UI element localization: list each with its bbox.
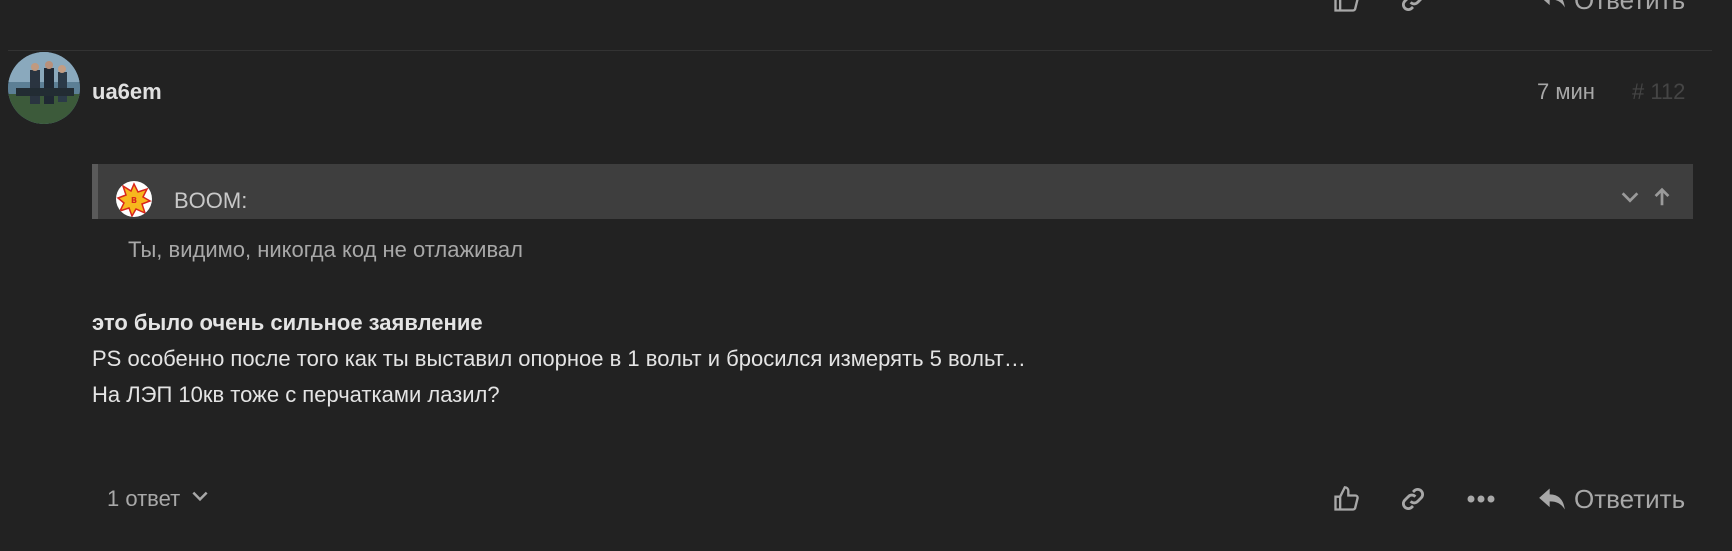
post-body-line-1: это было очень сильное заявление	[92, 310, 483, 335]
reply-label: Ответить	[1574, 0, 1685, 16]
reply-icon	[1538, 0, 1566, 17]
quote-author[interactable]: BOOM:	[174, 188, 247, 214]
link-icon[interactable]	[1395, 481, 1431, 517]
post-body-line-3: На ЛЭП 10кв тоже с перчатками лазил?	[92, 382, 500, 407]
replies-toggle[interactable]: 1 ответ	[107, 486, 210, 512]
arrow-up-icon[interactable]	[1649, 184, 1675, 210]
username[interactable]: ua6em	[92, 79, 162, 105]
replies-label: 1 ответ	[107, 486, 181, 511]
quote-header: B BOOM:	[92, 164, 1693, 219]
post-number[interactable]: # 112	[1632, 79, 1685, 105]
quote-text: Ты, видимо, никогда код не отлаживал	[128, 237, 523, 262]
post-divider	[8, 50, 1712, 51]
like-icon[interactable]	[1330, 481, 1362, 517]
chevron-down-icon	[190, 486, 210, 512]
post-body-line-2: PS особенно после того как ты выставил о…	[92, 346, 1026, 371]
reply-label: Ответить	[1574, 483, 1686, 514]
reply-button[interactable]: Ответить	[1538, 481, 1685, 517]
svg-text:B: B	[131, 196, 137, 205]
reply-icon	[1538, 486, 1566, 512]
post-time[interactable]: 7 мин	[1537, 79, 1595, 105]
prev-reply-button[interactable]: Ответить	[1538, 0, 1685, 17]
like-icon[interactable]	[1330, 0, 1362, 14]
quote-avatar: B	[116, 181, 152, 217]
chevron-down-icon[interactable]	[1617, 184, 1643, 210]
avatar[interactable]	[8, 52, 80, 124]
more-icon[interactable]	[1463, 481, 1499, 517]
link-icon[interactable]	[1395, 0, 1431, 14]
